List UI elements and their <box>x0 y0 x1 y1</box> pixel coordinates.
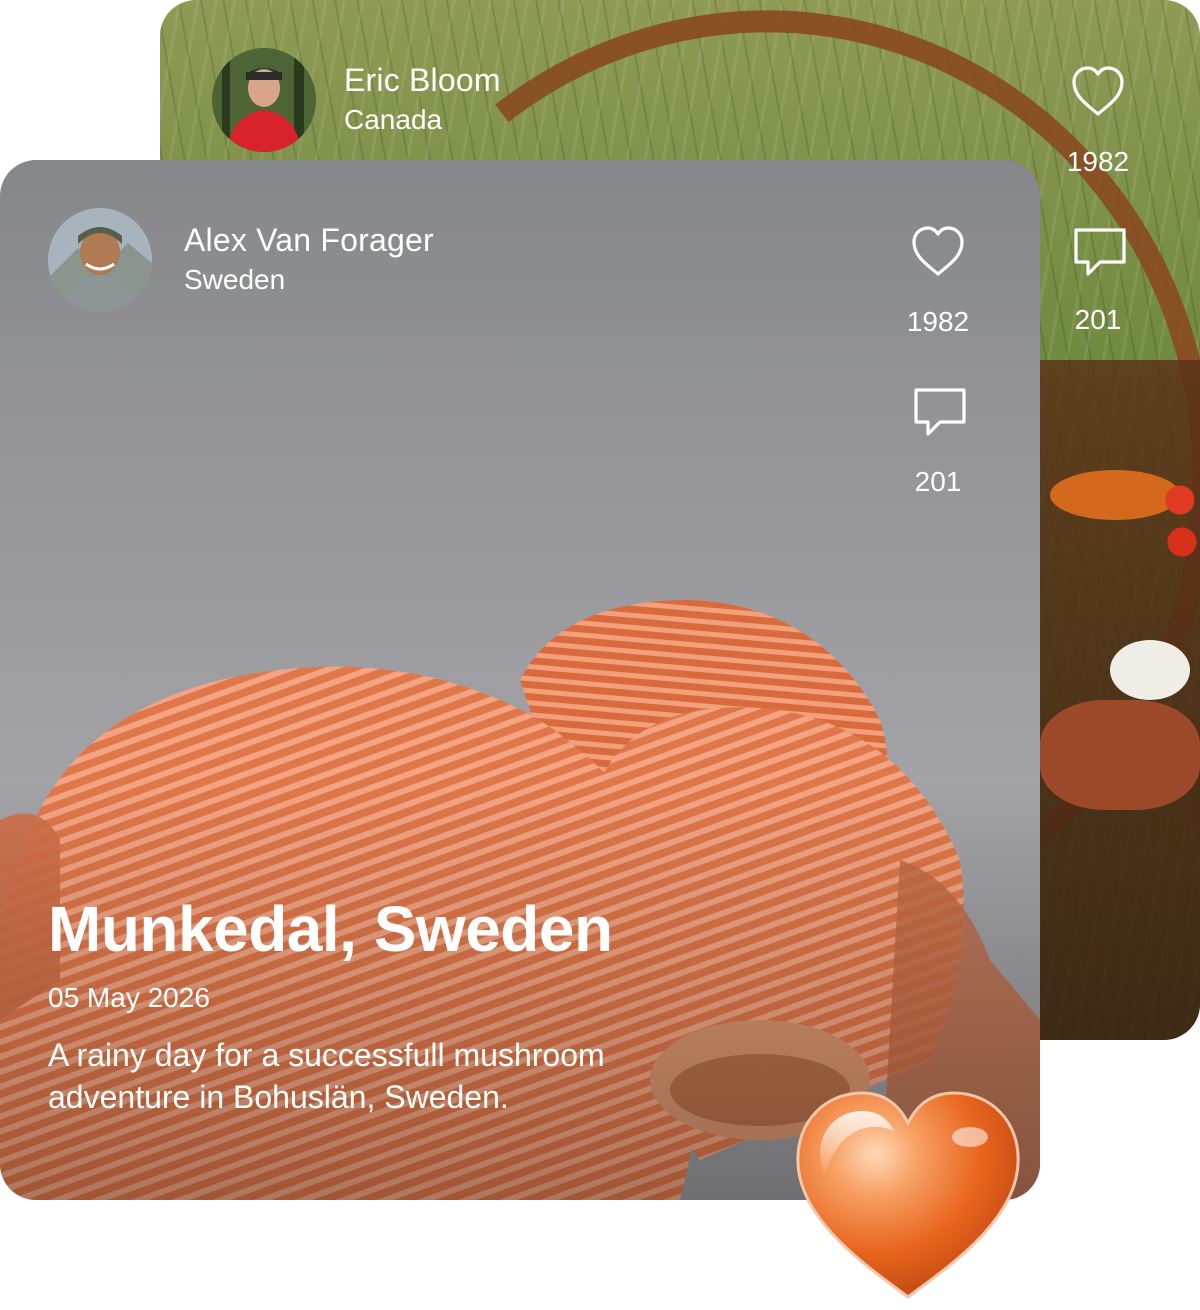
heart-outline-icon <box>1072 66 1124 116</box>
comment-count: 201 <box>914 466 962 497</box>
user-country: Sweden <box>184 264 286 295</box>
mushroom-white <box>1110 640 1190 700</box>
post-caption: A rainy day for a successfull mushroom a… <box>48 1037 605 1115</box>
avatar-alex-image <box>48 208 152 312</box>
comment-button[interactable] <box>1070 222 1130 282</box>
speech-bubble-icon <box>914 388 966 436</box>
glass-heart-icon[interactable] <box>790 1085 1026 1307</box>
comment-count: 201 <box>1074 304 1122 335</box>
speech-bubble-icon <box>1074 228 1126 276</box>
berries <box>1160 480 1200 570</box>
avatar[interactable] <box>48 208 152 312</box>
post-card-front[interactable]: Alex Van Forager Sweden 1982 201 Munkeda… <box>0 160 1040 1200</box>
post-date: 05 May 2026 <box>48 982 210 1013</box>
user-country: Canada <box>344 104 443 135</box>
mushroom-brown <box>1040 700 1200 810</box>
heart-outline-icon <box>912 226 964 276</box>
comment-button[interactable] <box>910 382 970 442</box>
like-count: 1982 <box>1066 146 1130 177</box>
like-button[interactable] <box>908 222 968 282</box>
like-count: 1982 <box>906 306 970 337</box>
avatar-eric-image <box>212 48 316 152</box>
user-name[interactable]: Eric Bloom <box>344 62 501 99</box>
like-button[interactable] <box>1068 62 1128 122</box>
post-location-title: Munkedal, Sweden <box>48 893 613 965</box>
user-name[interactable]: Alex Van Forager <box>184 222 434 259</box>
avatar[interactable] <box>212 48 316 152</box>
